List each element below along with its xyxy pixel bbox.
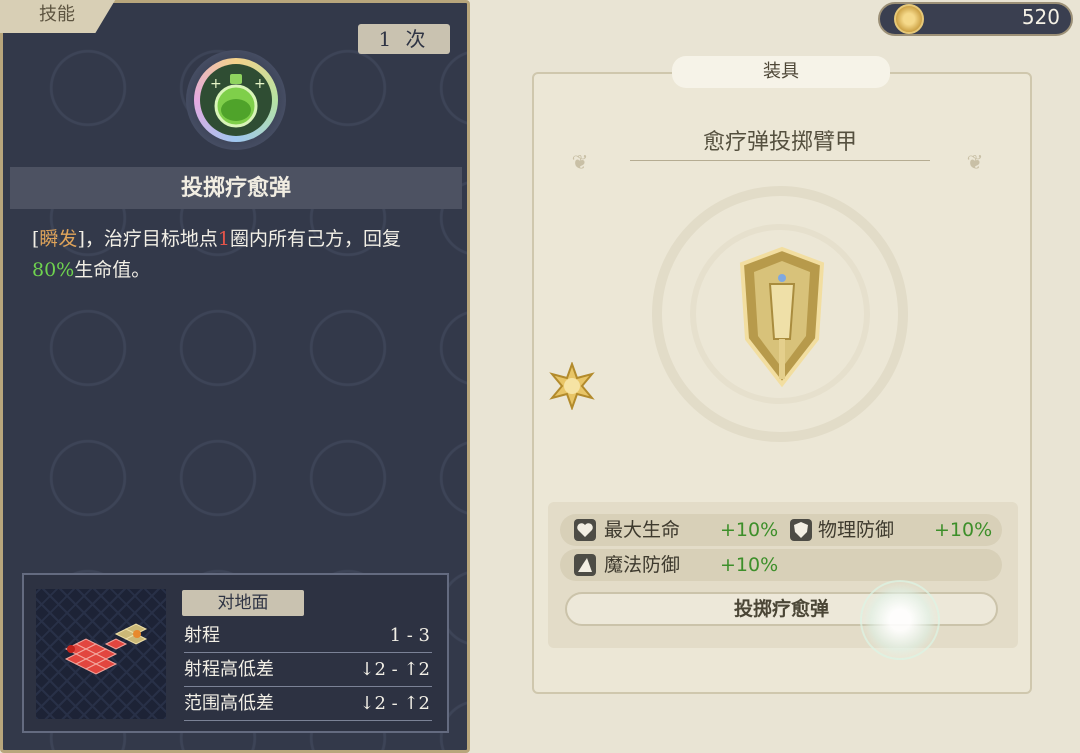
uses-unit: 次 <box>405 27 430 51</box>
desc-radius: 1 <box>217 228 230 250</box>
heart-icon <box>574 519 596 541</box>
stat-phys-def-label: 物理防御 <box>818 519 895 541</box>
stat-max-hp-label: 最大生命 <box>604 519 681 541</box>
area-height-row: 范围高低差 ↓2 - ↑2 <box>184 688 432 721</box>
stat-phys-def-value: +10% <box>934 519 993 541</box>
skill-title: 投掷疗愈弹 <box>10 167 462 209</box>
divider <box>630 160 930 161</box>
target-type-tag: 对地面 <box>182 590 304 616</box>
equipment-tab[interactable]: 装具 <box>672 56 890 88</box>
area-of-effect-map <box>36 589 166 719</box>
golden-shield-icon <box>732 244 832 394</box>
gold-star-badge-icon <box>548 361 596 411</box>
uses-counter: 1 次 <box>358 24 450 54</box>
range-row: 射程 1 - 3 <box>184 620 432 653</box>
ornament-left-icon: ❦ <box>571 150 589 174</box>
equipment-name: 愈疗弹投掷臂甲 <box>702 130 857 155</box>
area-height-label: 范围高低差 <box>184 693 274 714</box>
skill-description: [瞬发]，治疗目标地点1圈内所有己方，回复80%生命值。 <box>32 224 442 286</box>
range-height-value: ↓2 - ↑2 <box>359 659 430 680</box>
desc-text-2: 圈内所有己方，回复 <box>229 228 401 250</box>
desc-text-3: 生命值。 <box>74 259 151 281</box>
svg-text:+: + <box>254 76 266 92</box>
stat-magic-def-value: +10% <box>720 554 779 576</box>
desc-text-1: ，治疗目标地点 <box>84 228 218 250</box>
desc-keyword-instant: 瞬发 <box>39 228 78 250</box>
area-height-value: ↓2 - ↑2 <box>359 693 430 714</box>
desc-heal-percent: 80% <box>32 259 75 281</box>
desc-bracket-close: ] <box>77 228 85 250</box>
svg-text:+: + <box>210 76 222 92</box>
gold-coin-icon <box>894 4 924 34</box>
stat-max-hp-value: +10% <box>720 519 779 541</box>
wizard-hat-icon <box>574 554 596 576</box>
uses-count: 1 <box>378 27 396 51</box>
shield-icon <box>790 519 812 541</box>
range-label: 射程 <box>184 625 220 646</box>
range-value: 1 - 3 <box>389 625 430 646</box>
currency-amount: 520 <box>1021 5 1060 29</box>
touch-glow <box>860 580 940 660</box>
range-height-label: 射程高低差 <box>184 659 274 680</box>
range-height-row: 射程高低差 ↓2 - ↑2 <box>184 654 432 687</box>
ornament-right-icon: ❦ <box>966 150 984 174</box>
stat-magic-def-label: 魔法防御 <box>604 554 681 576</box>
green-potion-icon: + + <box>200 64 272 136</box>
